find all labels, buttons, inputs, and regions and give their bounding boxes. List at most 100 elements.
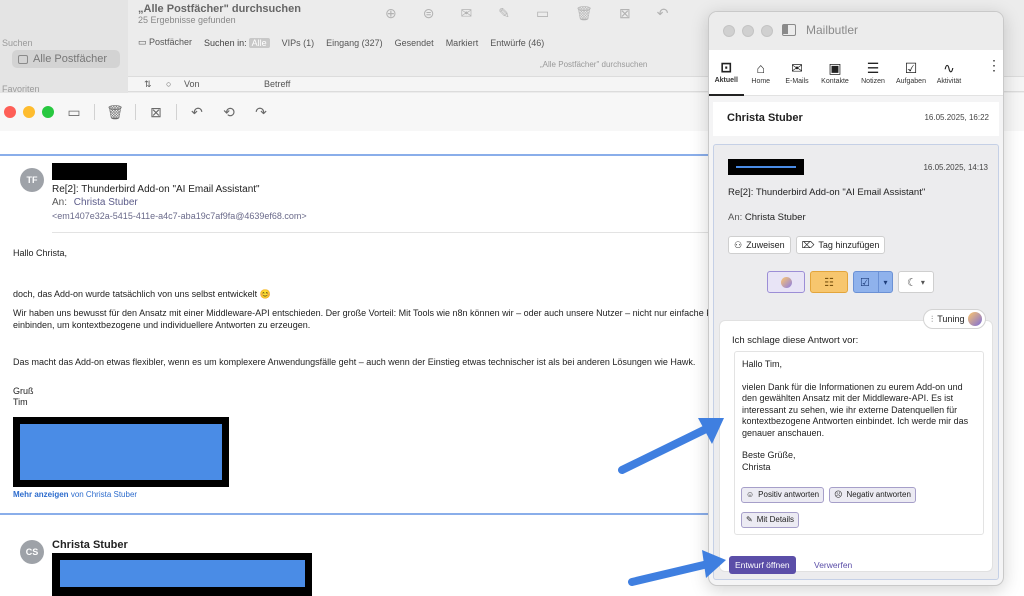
search-result-count: 25 Ergebnisse gefunden [138,15,236,25]
add-tag-button[interactable]: ⌦ Tag hinzufügen [795,236,886,254]
add-task-button[interactable]: ☑ ▾ [853,271,893,293]
message-window-traffic-lights[interactable] [4,106,54,118]
nav-label: Aufgaben [896,78,926,85]
note-icon: ☷ [824,276,834,289]
ai-assistant-button[interactable] [767,271,805,293]
trash-icon[interactable]: 🗑 [575,5,593,22]
reply-signature: Christa [742,461,771,472]
contacts-icon: ▣ [828,60,842,76]
envelope-icon[interactable]: ✉ [460,5,472,22]
scope-sent[interactable]: Gesendet [395,38,434,48]
mail-icon: ✉ [791,60,803,76]
reply-closing: Beste Grüße, [742,450,796,460]
email-tag-actions: ⚇ Zuweisen ⌦ Tag hinzufügen [728,236,886,254]
add-tag-label: Tag hinzufügen [818,240,880,250]
details-reply-label: Mit Details [756,515,795,525]
scope-vips[interactable]: VIPs (1) [282,38,315,48]
nav-notizen[interactable]: ☰ Notizen [854,50,892,96]
show-more-row: Mehr anzeigen von Christa Stuber [13,490,137,499]
suggested-reply[interactable]: Hallo Tim, vielen Dank für die Informati… [734,351,984,535]
email-timestamp: 16.05.2025, 14:13 [923,163,988,172]
search-hint: „Alle Postfächer" durchsuchen [540,60,648,69]
add-icon[interactable]: ⊕ [385,5,397,22]
nav-aktivitaet[interactable]: ∿ Aktivität [930,50,968,96]
annotation-arrow-draft [628,550,726,586]
body-line: Das macht das Add-on etwas flexibler, we… [13,357,696,367]
mailboxes-button[interactable]: ▭ Postfächer [138,37,192,48]
nav-emails[interactable]: ✉ E-Mails [778,50,816,96]
tuning-button[interactable]: ⫶ Tuning [923,309,987,329]
sidebar-toggle-icon[interactable] [782,24,796,36]
compose-icon[interactable]: ✎ [498,5,510,22]
nav-label: Aktivität [936,78,962,85]
sliders-icon: ⫶ [931,313,934,324]
show-more-link[interactable]: Mehr anzeigen [13,490,69,499]
delete-button[interactable]: 🗑 [103,102,127,122]
more-menu-icon[interactable]: ⋮ [987,58,1001,72]
body-line: einbinden, um kontextbezogene und indivi… [13,320,311,330]
positive-reply-button[interactable]: ☺ Positiv antworten [741,487,825,503]
open-draft-button[interactable]: Entwurf öffnen [729,556,796,574]
search-in-label: Suchen in: [204,37,247,48]
nav-kontakte[interactable]: ▣ Kontakte [816,50,854,96]
to-label: An: [52,197,68,208]
filter-icon[interactable]: ⊜ [423,5,435,22]
junk-icon: ⊠ [150,103,162,120]
suggestion-label: Ich schlage diese Antwort vor: [732,335,859,346]
junk-button[interactable]: ⊠ [144,102,168,122]
archive-icon[interactable]: ▭ [536,5,549,22]
body-line: doch, das Add-on wurde tatsächlich von u… [13,289,271,299]
mailbutler-titlebar: Mailbutler [709,12,1003,50]
scope-inbox[interactable]: Eingang (327) [326,38,383,48]
selection-border-top [0,154,708,156]
header-divider [52,232,708,233]
discard-button[interactable]: Verwerfen [814,560,852,570]
assign-label: Zuweisen [746,240,785,250]
forward-button[interactable]: ↷ [249,102,273,122]
mailbutler-nav: ⊡ Aktuell ⌂ Home ✉ E-Mails ▣ Kontakte ☰ … [709,50,1003,96]
recipient-name[interactable]: Christa Stuber [74,197,138,208]
add-note-button[interactable]: ☷ [810,271,848,293]
junk-icon[interactable]: ⊠ [619,5,631,22]
status-column[interactable]: ○ [166,79,171,89]
search-scope-bar: ▭ Postfächer Suchen in: Alle VIPs (1) Ei… [138,37,544,48]
reply-icon[interactable]: ↶ [657,5,669,22]
nav-label: Home [751,78,771,85]
contact-timestamp: 16.05.2025, 16:22 [924,113,989,122]
scope-drafts[interactable]: Entwürfe (46) [490,38,544,48]
nav-aufgaben[interactable]: ☑ Aufgaben [892,50,930,96]
negative-reply-button[interactable]: ☹ Negativ antworten [829,487,916,503]
search-title: „Alle Postfächer" durchsuchen [138,3,301,15]
chevron-down-icon: ▾ [920,277,925,287]
reply-button[interactable]: ↶ [185,102,209,122]
scope-flagged[interactable]: Markiert [446,38,479,48]
body-signoff: Gruß [13,386,34,396]
show-more-from: von Christa Stuber [70,490,138,499]
mailbutler-title: Mailbutler [806,23,859,37]
quick-actions: ☷ ☑ ▾ ☾ ▾ [767,271,934,293]
scope-all[interactable]: Alle [248,37,270,48]
archive-icon: ▭ [67,103,81,120]
assign-button[interactable]: ⚇ Zuweisen [728,236,791,254]
reply-all-button[interactable]: ⟲ [217,102,241,122]
to-label: An: [728,212,743,223]
nav-label: Kontakte [821,78,849,85]
nav-label: Aktuell [714,77,738,84]
person-add-icon: ⚇ [734,239,743,250]
message-id: <em1407e32a-5415-411e-a4c7-aba19c7af9fa@… [52,211,307,221]
details-reply-button[interactable]: ✎ Mit Details [741,512,800,528]
sort-column[interactable]: ⇅ [144,79,152,90]
mailbutler-traffic-lights[interactable] [723,25,773,37]
archive-button[interactable]: ▭ [62,102,86,122]
message-recipient-row: An: Christa Stuber [52,197,138,208]
nav-aktuell[interactable]: ⊡ Aktuell [709,50,744,96]
nav-home[interactable]: ⌂ Home [744,50,779,96]
subject-column[interactable]: Betreff [264,79,290,89]
from-column[interactable]: Von [184,79,200,89]
nav-label: Notizen [861,78,885,85]
chevron-down-icon[interactable]: ▾ [878,272,892,292]
sidebar-item-all-mailboxes[interactable]: Alle Postfächer [12,50,120,68]
notes-icon: ☰ [866,60,880,76]
ai-orb-icon [968,312,983,326]
snooze-button[interactable]: ☾ ▾ [898,271,934,293]
